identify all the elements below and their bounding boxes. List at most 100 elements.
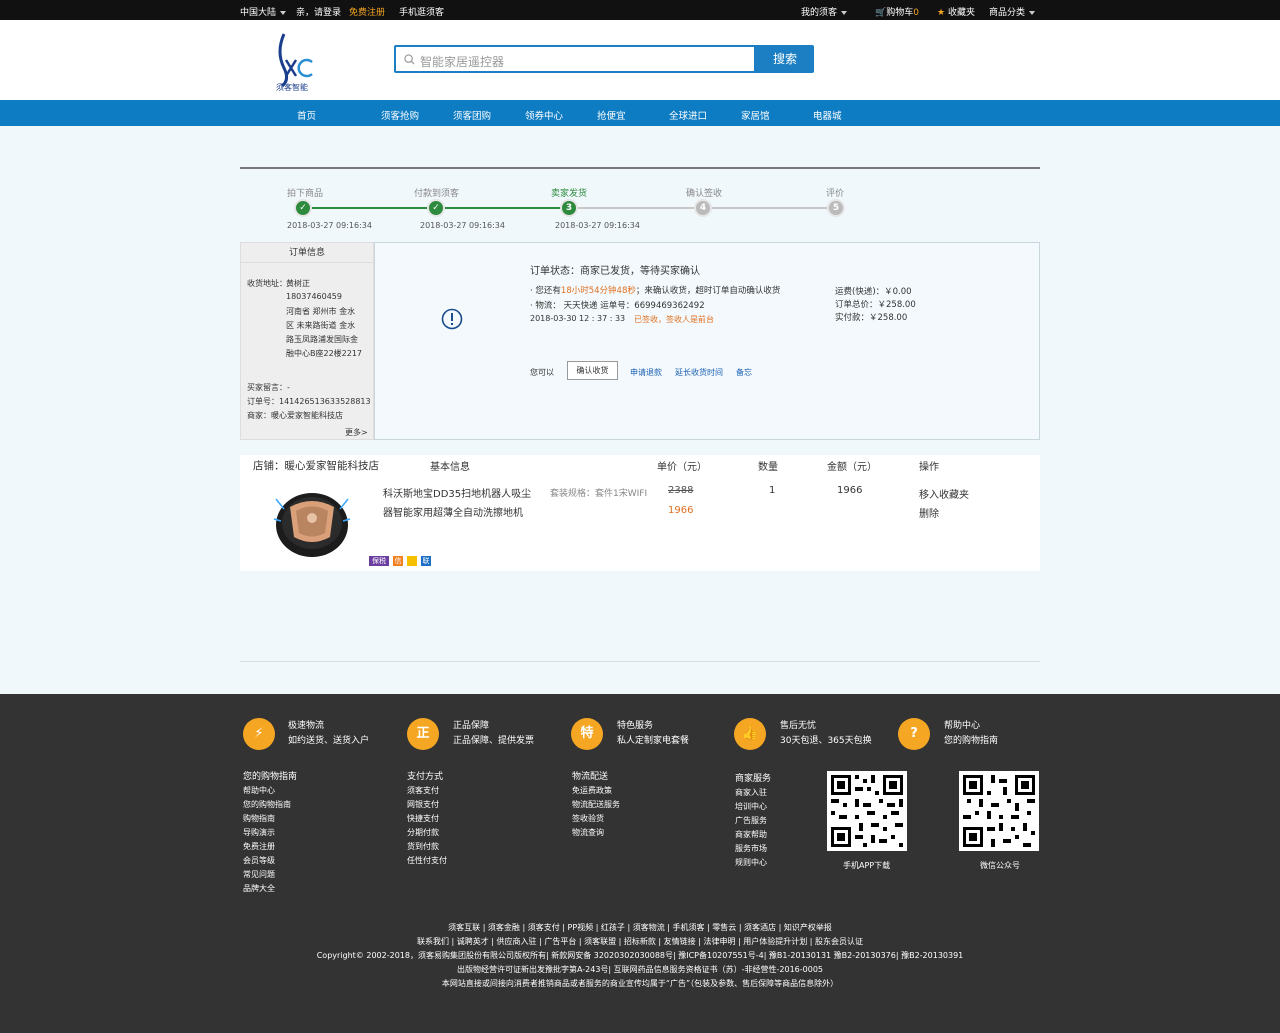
badge-bonded: 保税 [369, 556, 389, 566]
cart-link[interactable]: 🛒购物车0 [875, 5, 919, 18]
footer-column-title: 您的购物指南 [243, 772, 298, 782]
search-button[interactable]: 搜索 [756, 45, 814, 73]
address-line: 河南省 郑州市 金水 [286, 307, 356, 316]
qr-wechat-label: 微信公众号 [980, 861, 1020, 870]
footer-column-title: 支付方式 [407, 772, 444, 782]
step-date: 2018-03-27 09:16:34 [555, 221, 640, 230]
nav-item-bargain[interactable]: 抢便宜 [597, 108, 626, 122]
disclaimer: 本网站直接或间接向消费者推销商品或者服务的商业宣传均属于“广告”（包装及参数、售… [441, 979, 839, 988]
categories-menu[interactable]: 商品分类 [989, 5, 1036, 18]
store-name[interactable]: 店铺：暖心爱家智能科技店 [253, 458, 379, 473]
footer-link[interactable]: 购物指南 [243, 813, 275, 824]
footer-links-row[interactable]: 联系我们 | 诚聘英才 | 供应商入驻 | 广告平台 | 须客联盟 | 招标新款… [0, 936, 1280, 947]
header-basic: 基本信息 [430, 462, 470, 473]
order-info-panel: 订单信息 收货地址： 黄树正 18037460459 河南省 郑州市 金水 区 … [240, 242, 374, 440]
logo[interactable]: 须客智能 [272, 32, 322, 92]
footer-link[interactable]: 商家入驻 [735, 787, 767, 798]
search-input[interactable]: 智能家居遥控器 [394, 45, 756, 73]
mobile-link[interactable]: 手机逛须客 [399, 5, 444, 18]
memo-link[interactable]: 备忘 [736, 367, 752, 378]
footer-link[interactable]: 免费注册 [243, 841, 275, 852]
register-link[interactable]: 免费注册 [349, 5, 385, 18]
footer-link[interactable]: 分期付款 [407, 827, 439, 838]
step-number: 3 [560, 199, 578, 217]
footer-link[interactable]: 任性付支付 [407, 855, 447, 866]
nav-item-global[interactable]: 全球进口 [669, 108, 707, 122]
unit-price: 1966 [668, 505, 694, 516]
lightning-icon: ⚡ [243, 718, 275, 750]
favorites-link[interactable]: ★ 收藏夹 [937, 5, 975, 18]
extend-receipt-link[interactable]: 延长收货时间 [675, 367, 723, 378]
nav-item-home-hall[interactable]: 家居馆 [741, 108, 770, 122]
cart-icon: 🛒 [875, 8, 887, 18]
step-label: 评价 [826, 189, 845, 199]
step-date: 2018-03-27 09:16:34 [420, 221, 505, 230]
footer-link[interactable]: 签收验货 [572, 813, 604, 824]
region-selector[interactable]: 中国大陆 [240, 5, 287, 18]
remaining-time: · 您还有18小时54分钟48秒；来确认收货，超时订单自动确认收货 [530, 286, 781, 296]
header-qty: 数量 [758, 462, 778, 473]
confirm-receipt-button[interactable]: 确认收货 [567, 361, 618, 380]
logistics-time: 2018-03-30 12 : 37 : 33 [530, 314, 626, 323]
quantity: 1 [769, 485, 776, 496]
footer-link[interactable]: 须客支付 [407, 785, 439, 796]
order-info-title: 订单信息 [241, 243, 373, 263]
original-price: 2388 [668, 485, 694, 496]
product-image[interactable] [272, 485, 352, 561]
delete-link[interactable]: 删除 [919, 505, 939, 520]
more-link[interactable]: 更多> [345, 427, 368, 438]
footer-link[interactable]: 会员等级 [243, 855, 275, 866]
my-account-menu[interactable]: 我的须客 [801, 5, 848, 18]
thumbs-up-icon: 👍 [734, 718, 766, 750]
header: 须客智能 智能家居遥控器 搜索 [0, 20, 1280, 100]
feature-sub: 您的购物指南 [944, 736, 999, 746]
login-link[interactable]: 亲，请登录 [296, 5, 341, 18]
top-bar: 中国大陆 亲，请登录 免费注册 手机逛须客 我的须客 🛒购物车0 ★ 收藏夹 商… [0, 0, 1280, 20]
footer-link[interactable]: 常见问题 [243, 869, 275, 880]
move-to-favorites-link[interactable]: 移入收藏夹 [919, 486, 969, 501]
nav-item-flash-sale[interactable]: 须客抢购 [381, 108, 419, 122]
step-label: 付款到须客 [414, 189, 460, 199]
svg-text:须客智能: 须客智能 [276, 82, 308, 92]
feature-sub: 私人定制家电套餐 [617, 736, 690, 746]
footer-link[interactable]: 快捷支付 [407, 813, 439, 824]
wechat-qr-code [959, 771, 1039, 851]
step-label: 拍下商品 [287, 189, 324, 199]
footer-link[interactable]: 物流查询 [572, 827, 604, 838]
refund-link[interactable]: 申请退款 [630, 367, 662, 378]
product-table: 店铺：暖心爱家智能科技店 基本信息 单价（元） 数量 金额（元） 操作 科沃斯地… [240, 455, 1040, 571]
nav-item-group-buy[interactable]: 须客团购 [453, 108, 491, 122]
badge-credit: 信 [393, 556, 403, 566]
badge-union: 联 [421, 556, 431, 566]
nav-item-coupons[interactable]: 领券中心 [525, 108, 563, 122]
divider [240, 661, 1040, 662]
footer-link[interactable]: 导购演示 [243, 827, 275, 838]
footer-link[interactable]: 规则中心 [735, 857, 767, 868]
footer-link[interactable]: 网银支付 [407, 799, 439, 810]
nav-item-appliances[interactable]: 电器城 [813, 108, 842, 122]
step-number: 5 [827, 199, 845, 217]
footer-link[interactable]: 培训中心 [735, 801, 767, 812]
search-icon [404, 54, 415, 65]
footer-link[interactable]: 广告服务 [735, 815, 767, 826]
product-name-line[interactable]: 器智能家用超薄全自动洗擦地机 [383, 504, 523, 519]
feature-sub: 30天包退、365天包换 [780, 736, 872, 746]
product-name-line[interactable]: 科沃斯地宝DD35扫地机器人吸尘 [383, 485, 531, 500]
footer-links-row[interactable]: 须客互联 | 须客金融 | 须客支付 | PP视频 | 红孩子 | 须客物流 |… [0, 922, 1280, 933]
footer-link[interactable]: 服务市场 [735, 843, 767, 854]
footer-link[interactable]: 您的购物指南 [243, 799, 291, 810]
footer-link[interactable]: 商家帮助 [735, 829, 767, 840]
footer-link[interactable]: 品牌大全 [243, 883, 275, 894]
cart-count: 0 [913, 8, 919, 18]
chevron-down-icon [280, 10, 287, 15]
special-icon: 特 [571, 718, 603, 750]
footer-link[interactable]: 物流配送服务 [572, 799, 620, 810]
step-number: 4 [694, 199, 712, 217]
divider [240, 167, 1040, 169]
footer-link[interactable]: 帮助中心 [243, 785, 275, 796]
footer-link[interactable]: 免运费政策 [572, 785, 612, 796]
feature-title: 售后无忧 [780, 721, 817, 731]
footer-link[interactable]: 货到付款 [407, 841, 439, 852]
order-number: 订单号：141426513633528813 [247, 397, 371, 406]
nav-item-home[interactable]: 首页 [297, 108, 316, 122]
